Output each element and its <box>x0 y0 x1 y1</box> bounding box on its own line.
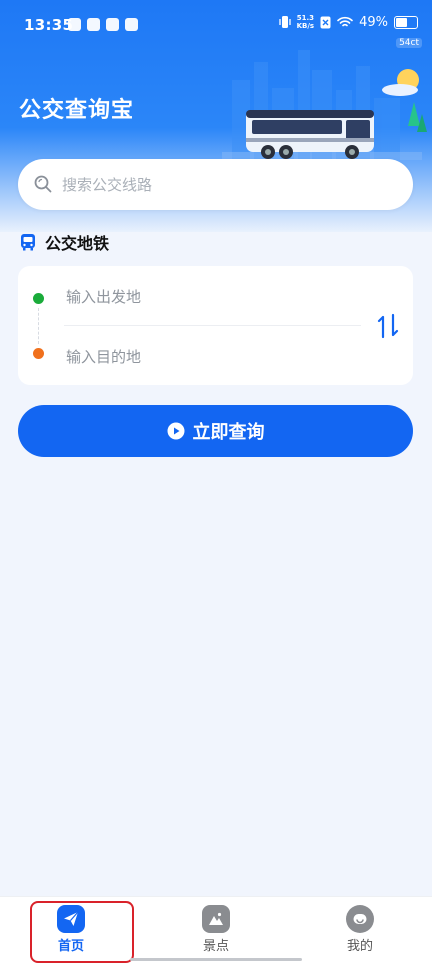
status-right: 51.3 KB/s 49% <box>278 14 418 30</box>
paper-plane-icon <box>57 905 85 933</box>
start-location-input[interactable] <box>64 281 358 313</box>
end-location-input[interactable] <box>64 341 358 373</box>
nav-spots[interactable]: 景点 <box>181 905 251 954</box>
chat-app-icon <box>125 18 138 31</box>
section-title: 公交地铁 <box>45 234 110 253</box>
battery-percent: 49% <box>359 14 388 30</box>
news-app-icon <box>68 18 81 31</box>
mountain-icon <box>202 905 230 933</box>
app-title: 公交查询宝 <box>19 98 135 123</box>
route-connector <box>38 308 39 344</box>
vibrate-icon <box>278 16 291 28</box>
notification-icons <box>68 18 138 31</box>
nav-me-label: 我的 <box>346 939 373 954</box>
search-bar[interactable] <box>18 159 413 210</box>
user-face-icon <box>346 905 374 933</box>
nav-home[interactable]: 首页 <box>36 905 106 954</box>
nav-me[interactable]: 我的 <box>325 905 395 954</box>
route-card <box>18 266 413 385</box>
query-button[interactable]: 立即查询 <box>18 405 413 457</box>
query-button-label: 立即查询 <box>192 422 265 442</box>
end-dot <box>33 348 44 359</box>
play-icon <box>167 422 184 440</box>
bottom-nav: 首页 景点 我的 <box>0 896 432 965</box>
route-divider <box>64 325 361 326</box>
swap-icon[interactable] <box>375 312 401 340</box>
network-speed: 51.3 KB/s <box>296 14 315 30</box>
status-time: 13:35 <box>24 16 74 34</box>
sim-off-icon <box>320 16 331 28</box>
bus-icon <box>21 234 35 251</box>
wifi-icon <box>337 16 353 27</box>
city-bus-illustration <box>222 50 427 160</box>
nav-spots-label: 景点 <box>202 939 229 954</box>
crown-app-icon <box>87 18 100 31</box>
start-dot <box>33 293 44 304</box>
browser-app-icon <box>106 18 119 31</box>
search-icon <box>34 175 52 193</box>
nav-home-label: 首页 <box>57 939 84 954</box>
battery-icon <box>394 15 418 29</box>
search-input[interactable] <box>60 170 384 200</box>
home-indicator <box>130 958 302 961</box>
section-header: 公交地铁 <box>19 230 109 254</box>
